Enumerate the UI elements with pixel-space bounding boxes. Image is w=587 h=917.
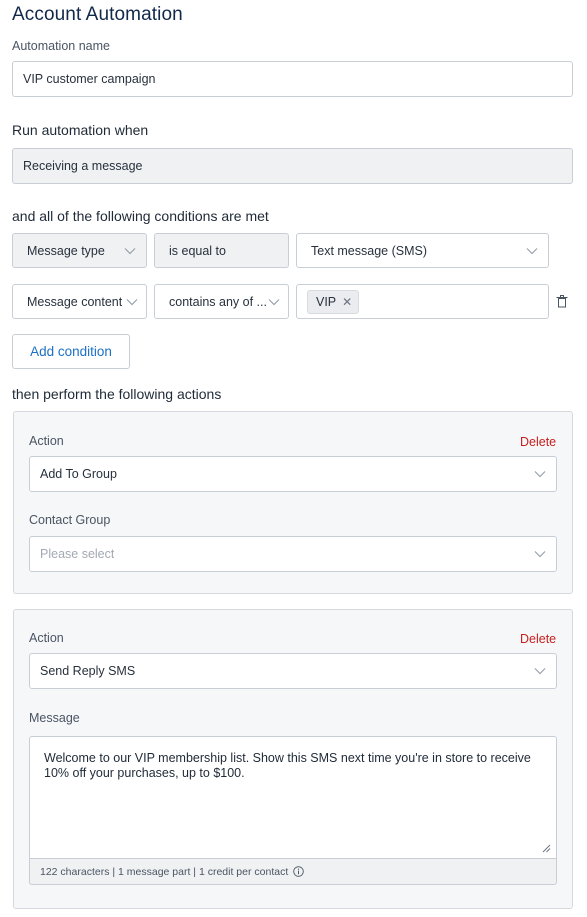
tag-chip: VIP ✕ (307, 289, 360, 314)
page-title: Account Automation (12, 4, 183, 25)
automation-name-label: Automation name (12, 39, 110, 53)
delete-action-link[interactable]: Delete (520, 632, 556, 646)
tag-label: VIP (316, 294, 337, 309)
action-type-value: Add To Group (40, 467, 117, 481)
info-icon[interactable] (293, 866, 305, 877)
trigger-field: Receiving a message (12, 148, 573, 184)
condition-field-select: Message type (12, 233, 147, 268)
condition-tags-input[interactable]: VIP ✕ (296, 284, 549, 319)
action-type-select[interactable]: Add To Group (29, 456, 557, 492)
chevron-down-icon (534, 668, 546, 675)
condition-field-value: Message type (27, 243, 105, 258)
contact-group-placeholder: Please select (40, 547, 115, 561)
condition-value-text: Text message (SMS) (311, 243, 428, 258)
condition-operator-field: is equal to (154, 233, 289, 268)
chevron-down-icon (124, 247, 136, 254)
condition-operator-select[interactable]: contains any of ... (154, 284, 289, 319)
action-label: Action (29, 631, 64, 645)
chevron-down-icon (534, 471, 546, 478)
automation-name-input[interactable]: VIP customer campaign (12, 61, 573, 97)
condition-field-select[interactable]: Message content (12, 284, 147, 319)
action-type-select[interactable]: Send Reply SMS (29, 653, 557, 689)
action-label: Action (29, 434, 64, 448)
trigger-section-title: Run automation when (12, 122, 149, 138)
message-counter-text: 122 characters | 1 message part | 1 cred… (40, 865, 289, 878)
message-text: Welcome to our VIP membership list. Show… (44, 751, 531, 780)
message-label: Message (29, 711, 80, 725)
resize-handle-icon[interactable] (542, 844, 551, 853)
trash-icon[interactable] (556, 295, 568, 308)
chevron-down-icon (268, 298, 280, 305)
conditions-section-title: and all of the following conditions are … (12, 208, 269, 224)
message-counter-bar: 122 characters | 1 message part | 1 cred… (29, 859, 557, 885)
trigger-value: Receiving a message (23, 159, 143, 173)
close-icon[interactable]: ✕ (342, 295, 352, 309)
action-type-value: Send Reply SMS (40, 664, 136, 678)
message-textarea[interactable]: Welcome to our VIP membership list. Show… (29, 736, 557, 859)
automation-name-value: VIP customer campaign (23, 72, 156, 86)
actions-section-title: then perform the following actions (12, 386, 222, 402)
condition-operator-value: contains any of ... (169, 294, 267, 309)
chevron-down-icon (126, 298, 138, 305)
delete-action-link[interactable]: Delete (520, 435, 556, 449)
chevron-down-icon (526, 247, 538, 254)
contact-group-select[interactable]: Please select (29, 536, 557, 572)
condition-value-select[interactable]: Text message (SMS) (296, 233, 549, 268)
add-condition-button[interactable]: Add condition (12, 334, 130, 369)
contact-group-label: Contact Group (29, 513, 111, 527)
condition-operator-value: is equal to (169, 243, 226, 258)
chevron-down-icon (534, 551, 546, 558)
condition-field-value: Message content (27, 294, 123, 309)
